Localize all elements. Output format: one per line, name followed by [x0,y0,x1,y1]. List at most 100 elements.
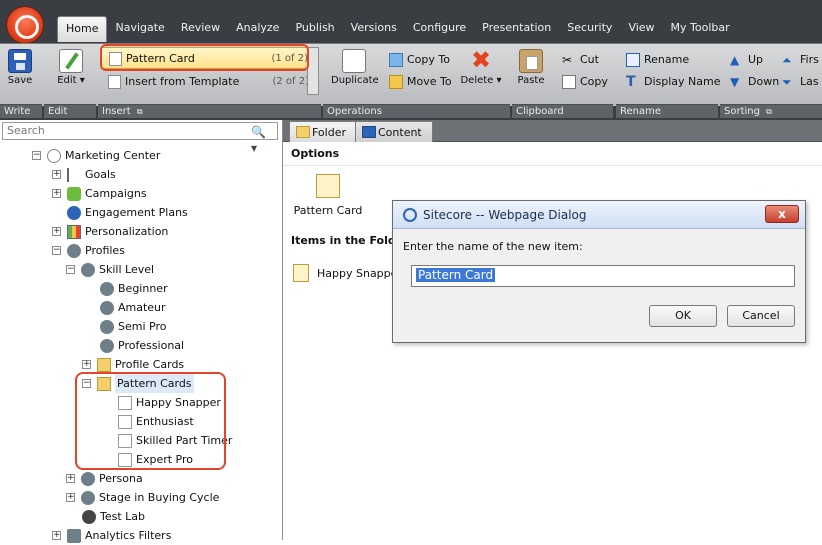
sort-first-button[interactable]: ⏶ Firs [782,51,819,69]
folder-item-label: Happy Snapper [317,266,402,280]
dialog-close-button[interactable]: x [765,205,799,223]
tree-item-amateur[interactable]: Amateur [100,298,166,317]
tree-item-analytics-filters[interactable]: + Analytics Filters [52,526,171,545]
save-button[interactable]: Save [4,47,36,93]
sort-up-button[interactable]: ▲ Up [730,51,763,69]
arrow-up-icon: ▲ [730,53,740,67]
tree-label: Beginner [118,282,168,295]
expand-icon[interactable]: + [66,493,75,502]
folder-item-happy-snapper[interactable]: Happy Snapper [293,260,402,286]
arrow-first-icon: ⏶ [782,53,792,67]
dialog-title: Sitecore -- Webpage Dialog [423,207,587,222]
rename-button[interactable]: Rename [626,51,689,69]
ribbon: Home Navigate Review Analyze Publish Ver… [0,0,822,120]
move-to-label: Move To [407,75,452,88]
sorting-launcher-icon[interactable]: ⧉ [766,105,772,119]
expand-icon[interactable]: + [66,474,75,483]
tree-item-test-lab[interactable]: Test Lab [82,507,145,526]
tree-item-goals[interactable]: + Goals [52,165,116,184]
cancel-button[interactable]: Cancel [727,305,795,327]
tree-item-personalization[interactable]: + Personalization [52,222,168,241]
personalization-grid-icon [67,224,81,239]
expand-icon[interactable]: + [82,360,91,369]
app-orb-logo[interactable] [6,6,44,44]
edit-pencil-icon [59,49,83,73]
tree-item-skill-level[interactable]: − Skill Level [66,260,154,279]
tab-content-label: Content [378,126,422,139]
sort-last-button[interactable]: ⏷ Las [782,73,819,91]
tab-configure[interactable]: Configure [405,16,474,42]
tab-folder[interactable]: Folder [289,121,357,142]
duplicate-button[interactable]: Duplicate [331,47,379,93]
callout-highlight [100,44,309,71]
delete-button[interactable]: ✖ Delete ▾ [457,47,505,93]
expand-icon[interactable]: + [52,531,61,540]
cut-button[interactable]: ✂ Cut [562,51,599,69]
group-edit-label: Edit [44,104,96,118]
persona-icon [81,471,95,486]
sort-last-label: Las [800,75,819,88]
ok-button[interactable]: OK [649,305,717,327]
insert-item-label: Insert from Template [125,75,240,88]
collapse-icon[interactable]: − [32,151,41,160]
copy-to-button[interactable]: Copy To [389,51,450,69]
tree-item-engagement-plans[interactable]: Engagement Plans [67,203,188,222]
arrow-last-icon: ⏷ [782,75,792,89]
tree-item-beginner[interactable]: Beginner [100,279,168,298]
tree-item-stage-in-buying-cycle[interactable]: + Stage in Buying Cycle [66,488,219,507]
insert-launcher-icon[interactable]: ⧉ [137,105,143,119]
tree-item-persona[interactable]: + Persona [66,469,143,488]
tab-my-toolbar[interactable]: My Toolbar [663,16,738,42]
group-sorting-text: Sorting [724,106,760,117]
tab-review[interactable]: Review [173,16,228,42]
profiles-gear-icon [67,243,81,258]
tab-content[interactable]: Content [355,121,433,142]
collapse-icon[interactable]: − [66,265,75,274]
tree-item-professional[interactable]: Professional [100,336,184,355]
insert-option-pattern-card[interactable]: Pattern Card [293,172,363,226]
test-lab-icon [82,509,96,524]
group-insert-label: Insert ⧉ [98,104,321,118]
search-input[interactable]: Search 🔍 ▾ [2,122,278,155]
engagement-plan-icon [67,205,81,220]
input-selected-text: Pattern Card [416,268,496,282]
paste-button[interactable]: Paste [516,47,546,93]
insert-option-label: Pattern Card [293,204,363,217]
tab-presentation[interactable]: Presentation [474,16,559,42]
tree-item-semi-pro[interactable]: Semi Pro [100,317,166,336]
tree-item-campaigns[interactable]: + Campaigns [52,184,147,203]
sort-first-label: Firs [800,53,819,66]
tab-publish[interactable]: Publish [287,16,342,42]
tree-label: Engagement Plans [85,206,188,219]
collapse-icon[interactable]: − [52,246,61,255]
tab-navigate[interactable]: Navigate [107,16,172,42]
tree-label: Analytics Filters [85,529,172,542]
search-icon[interactable]: 🔍 ▾ [251,124,271,155]
expand-icon[interactable]: + [52,227,61,236]
filter-icon [67,528,81,543]
expand-icon[interactable]: + [52,170,61,179]
content-tree-pane: Search 🔍 ▾ − Marketing Center + Goals + … [0,120,283,543]
group-clipboard: Paste ✂ Cut Copy Clipboard [512,44,613,120]
tree-item-profiles[interactable]: − Profiles [52,241,125,260]
tab-view[interactable]: View [620,16,662,42]
tree-item-marketing-center[interactable]: − Marketing Center [32,146,160,165]
display-name-label: Display Name [644,75,721,88]
tab-versions[interactable]: Versions [343,16,405,42]
display-name-button[interactable]: T Display Name [626,73,721,91]
new-item-name-input[interactable]: Pattern Card [411,265,795,287]
tab-home[interactable]: Home [57,16,108,42]
tree-label: Campaigns [85,187,147,200]
insert-from-template[interactable]: Insert from Template (2 of 2) [101,71,317,93]
tree-label: Profiles [85,244,125,257]
tab-security[interactable]: Security [559,16,620,42]
tree-label: Marketing Center [65,149,161,162]
cut-label: Cut [580,53,599,66]
edit-button[interactable]: Edit ▾ [52,47,90,93]
tab-analyze[interactable]: Analyze [228,16,287,42]
expand-icon[interactable]: + [52,189,61,198]
copy-button[interactable]: Copy [562,73,608,91]
sort-down-button[interactable]: ▼ Down [730,73,779,91]
move-to-button[interactable]: Move To [389,73,452,91]
profile-key-icon [100,338,114,353]
